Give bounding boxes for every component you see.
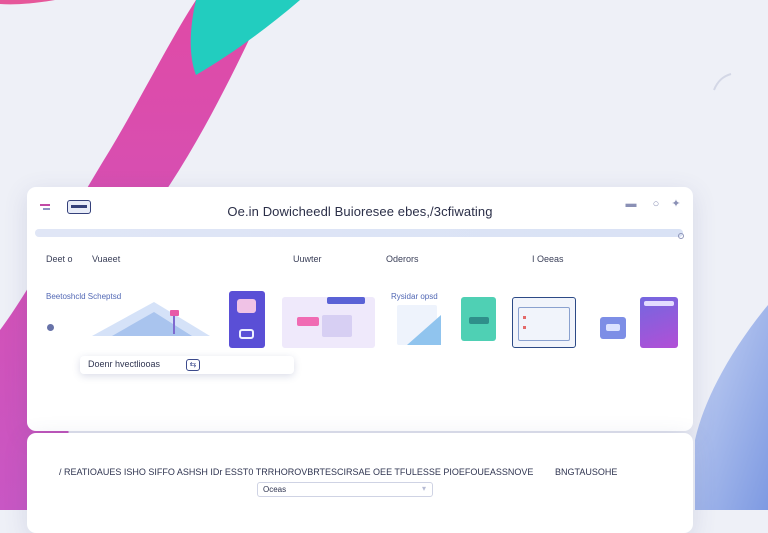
help-icon[interactable]: ○	[649, 197, 663, 211]
option-field-label: Doenr hvectliooas	[88, 359, 161, 369]
table-row-text: BNGTAUSOHE	[555, 467, 618, 477]
table-row-text: / REATIOAUES ISHO SIFFO ASHSH IDr ESST0 …	[59, 467, 534, 477]
progress-end-icon	[678, 233, 684, 239]
app-tile-icon[interactable]	[229, 291, 265, 348]
search-input[interactable]: Oceas ▾	[257, 482, 433, 497]
bottom-panel: / REATIOAUES ISHO SIFFO ASHSH IDr ESST0 …	[27, 433, 693, 533]
window-title: Oe.in Dowicheedl Buioresee ebes,/3cfiwat…	[227, 204, 493, 219]
progress-fill	[35, 229, 683, 237]
mountain-pin-icon[interactable]	[92, 300, 210, 340]
column-header[interactable]: Uuwter	[293, 254, 322, 264]
column-header[interactable]: I Oeeas	[532, 254, 564, 264]
swap-icon[interactable]: ⇆	[186, 359, 200, 371]
column-header[interactable]: Oderors	[386, 254, 419, 264]
search-label: Oceas	[263, 485, 287, 494]
selection-radio[interactable]	[47, 324, 54, 331]
column-header[interactable]: Vuaeet	[92, 254, 120, 264]
section-label[interactable]: Rysidar opsd	[391, 292, 438, 301]
checklist-window-icon[interactable]	[512, 297, 576, 348]
browser-window-icon[interactable]	[282, 297, 375, 348]
small-card-icon[interactable]	[600, 317, 626, 339]
progress-bar	[35, 229, 683, 237]
teal-card-icon[interactable]	[461, 297, 496, 341]
column-header[interactable]: Deet o	[46, 254, 73, 264]
gradient-card-icon[interactable]	[640, 297, 678, 348]
chevron-down-icon[interactable]: ▾	[422, 484, 426, 493]
option-field[interactable]: Doenr hvectliooas ⇆	[80, 356, 294, 374]
document-card-icon[interactable]	[397, 301, 443, 347]
main-window: Oe.in Dowicheedl Buioresee ebes,/3cfiwat…	[27, 187, 693, 431]
close-icon[interactable]: ✦	[669, 197, 683, 211]
minimize-icon[interactable]: ▬	[624, 197, 638, 211]
